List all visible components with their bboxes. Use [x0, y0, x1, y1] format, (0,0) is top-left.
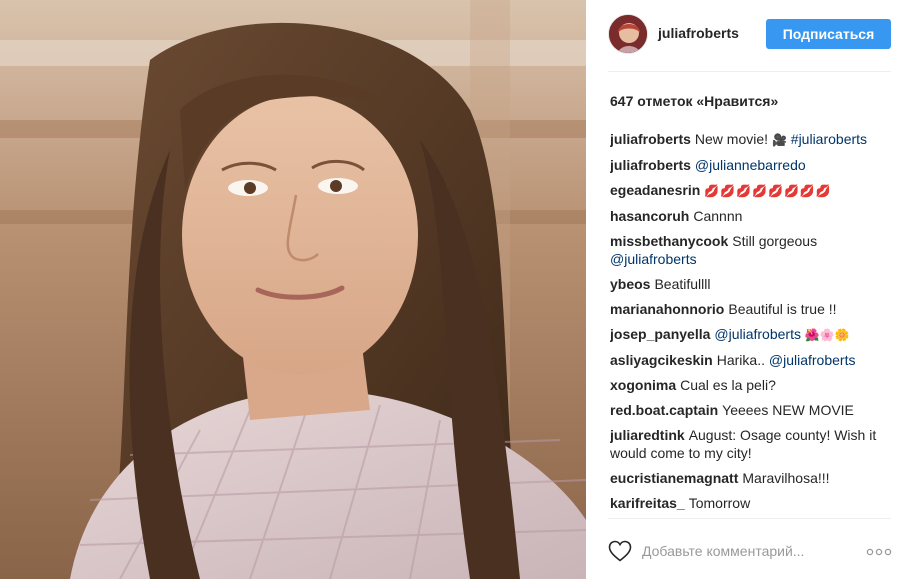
comment-author[interactable]: marianahonnorio [610, 301, 724, 317]
footer-divider [608, 518, 891, 519]
comment-author[interactable]: eucristianemagnatt [610, 470, 738, 486]
comment-text: Cual es la peli? [680, 377, 776, 393]
comment-author[interactable]: karifreitas_ [610, 495, 685, 511]
comment-tag-link[interactable]: @juliannebarredo [695, 157, 806, 173]
comment-author[interactable]: juliafroberts [610, 157, 691, 173]
comment-text: Tomorrow [688, 495, 751, 511]
follow-button[interactable]: Подписаться [766, 19, 891, 49]
heart-outline-icon[interactable] [608, 540, 632, 562]
comment-emoji: 🎥 [771, 133, 787, 147]
comment-emoji: 💋💋💋💋💋💋💋💋 [704, 184, 832, 198]
comment-text: New movie! [694, 131, 772, 147]
instagram-post: juliafroberts Подписаться 647 отметок «Н… [0, 0, 900, 579]
more-options-icon[interactable] [866, 548, 892, 556]
comment-author[interactable]: xogonima [610, 377, 676, 393]
post-footer [586, 520, 900, 579]
comment-item: marianahonnorio Beautiful is true !! [610, 300, 878, 318]
comment-text: Beatifullll [654, 276, 711, 292]
comment-item: juliafroberts New movie! 🎥 #juliaroberts [610, 130, 878, 149]
comment-text: Still gorgeous [732, 233, 818, 249]
comment-text: Beautiful is true !! [728, 301, 837, 317]
comment-tag-link[interactable]: #juliaroberts [791, 131, 867, 147]
comment-tag-link[interactable]: @juliafroberts [769, 352, 856, 368]
add-comment-input[interactable] [642, 539, 852, 563]
comment-item: xogonima Cual es la peli? [610, 376, 878, 394]
comment-item: ybeos Beatifullll [610, 275, 878, 293]
photo-illustration [0, 0, 586, 579]
comment-emoji: 🌺🌸🌼 [804, 328, 850, 342]
comment-item: josep_panyella @juliafroberts 🌺🌸🌼 [610, 325, 878, 344]
comment-author[interactable]: egeadanesrin [610, 182, 700, 198]
comment-author[interactable]: juliafroberts [610, 131, 691, 147]
avatar-image [609, 15, 647, 53]
comment-item: eucristianemagnatt Maravilhosa!!! [610, 469, 878, 487]
post-header: juliafroberts Подписаться [586, 0, 900, 70]
comment-item: karifreitas_Tomorrow #augustosagecountyl… [610, 494, 878, 516]
comment-item: juliafroberts @juliannebarredo [610, 156, 878, 174]
comment-author[interactable]: red.boat.captain [610, 402, 718, 418]
post-sidebar: juliafroberts Подписаться 647 отметок «Н… [586, 0, 900, 579]
comment-item: juliaredtink August: Osage county! Wish i… [610, 426, 878, 462]
avatar[interactable] [608, 14, 648, 54]
comment-text: Cannnn [693, 208, 743, 224]
comment-text: Yeeees NEW MOVIE [722, 402, 854, 418]
comment-author[interactable]: ybeos [610, 276, 650, 292]
header-divider [608, 71, 891, 72]
comment-author[interactable]: asliyagcikeskin [610, 352, 713, 368]
comments-list[interactable]: juliafroberts New movie! 🎥 #juliaroberts j… [610, 130, 878, 516]
comment-author[interactable]: josep_panyella [610, 326, 710, 342]
comment-text: Maravilhosa!!! [742, 470, 830, 486]
post-username[interactable]: juliafroberts [658, 25, 739, 41]
comment-item: hasancoruh Cannnn [610, 207, 878, 225]
comment-item: egeadanesrin 💋💋💋💋💋💋💋💋 [610, 181, 878, 200]
comment-tag-link[interactable]: @juliafroberts [610, 251, 697, 267]
comment-item: missbethanycook Still gorgeous @juliafrob… [610, 232, 878, 268]
comment-tag-link[interactable]: #augustosagecountyllll [610, 513, 752, 516]
comment-tag-link[interactable]: @juliafroberts [714, 326, 801, 342]
comment-text: Harika.. [716, 352, 769, 368]
comment-author[interactable]: juliaredtink [610, 427, 685, 443]
comment-item: red.boat.captain Yeeees NEW MOVIE [610, 401, 878, 419]
comment-author[interactable]: hasancoruh [610, 208, 689, 224]
comment-author[interactable]: missbethanycook [610, 233, 728, 249]
post-photo[interactable] [0, 0, 586, 579]
comment-item: asliyagcikeskin Harika.. @juliafroberts [610, 351, 878, 369]
likes-count[interactable]: 647 отметок «Нравится» [610, 93, 778, 109]
